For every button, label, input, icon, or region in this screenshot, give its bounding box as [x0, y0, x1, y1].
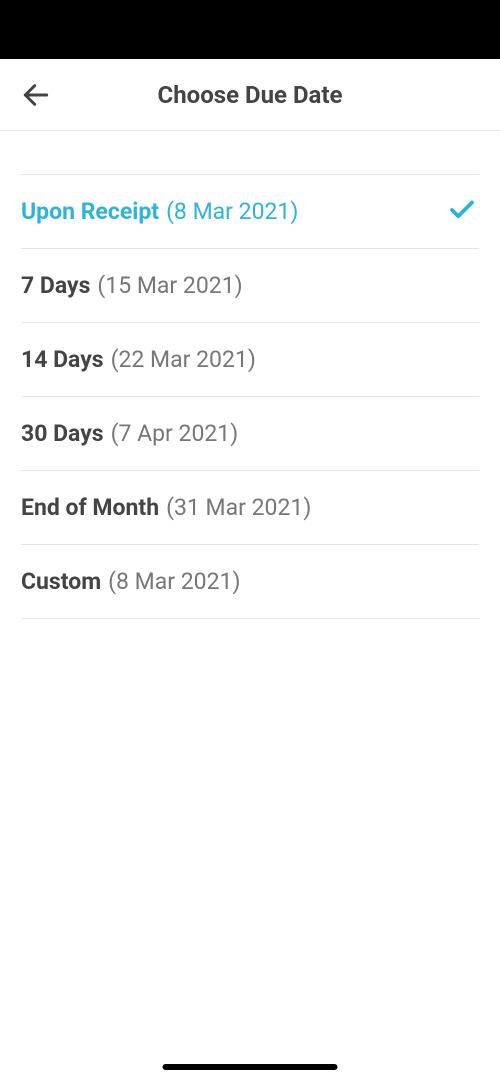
arrow-left-icon: [20, 79, 52, 111]
option-7-days[interactable]: 7 Days (15 Mar 2021): [21, 249, 479, 323]
due-date-list: Upon Receipt (8 Mar 2021) 7 Days (15 Mar…: [0, 131, 500, 619]
option-date: (7 Apr 2021): [111, 420, 239, 447]
option-label: 30 Days: [21, 420, 104, 447]
option-date: (31 Mar 2021): [166, 494, 311, 521]
page-title: Choose Due Date: [20, 81, 480, 109]
home-indicator: [163, 1064, 338, 1070]
status-bar: [0, 0, 500, 59]
back-button[interactable]: [20, 79, 52, 111]
list-spacer: [21, 131, 479, 175]
option-label: Custom: [21, 568, 101, 595]
option-14-days[interactable]: 14 Days (22 Mar 2021): [21, 323, 479, 397]
option-30-days[interactable]: 30 Days (7 Apr 2021): [21, 397, 479, 471]
option-label: 14 Days: [21, 346, 104, 373]
option-label: 7 Days: [21, 272, 90, 299]
option-date: (8 Mar 2021): [108, 568, 240, 595]
option-label: End of Month: [21, 494, 159, 521]
option-upon-receipt[interactable]: Upon Receipt (8 Mar 2021): [21, 175, 479, 249]
check-icon: [447, 195, 477, 229]
option-date: (15 Mar 2021): [97, 272, 242, 299]
option-end-of-month[interactable]: End of Month (31 Mar 2021): [21, 471, 479, 545]
option-label: Upon Receipt: [21, 198, 159, 225]
option-date: (22 Mar 2021): [111, 346, 256, 373]
header: Choose Due Date: [0, 59, 500, 131]
option-custom[interactable]: Custom (8 Mar 2021): [21, 545, 479, 619]
option-date: (8 Mar 2021): [166, 198, 298, 225]
